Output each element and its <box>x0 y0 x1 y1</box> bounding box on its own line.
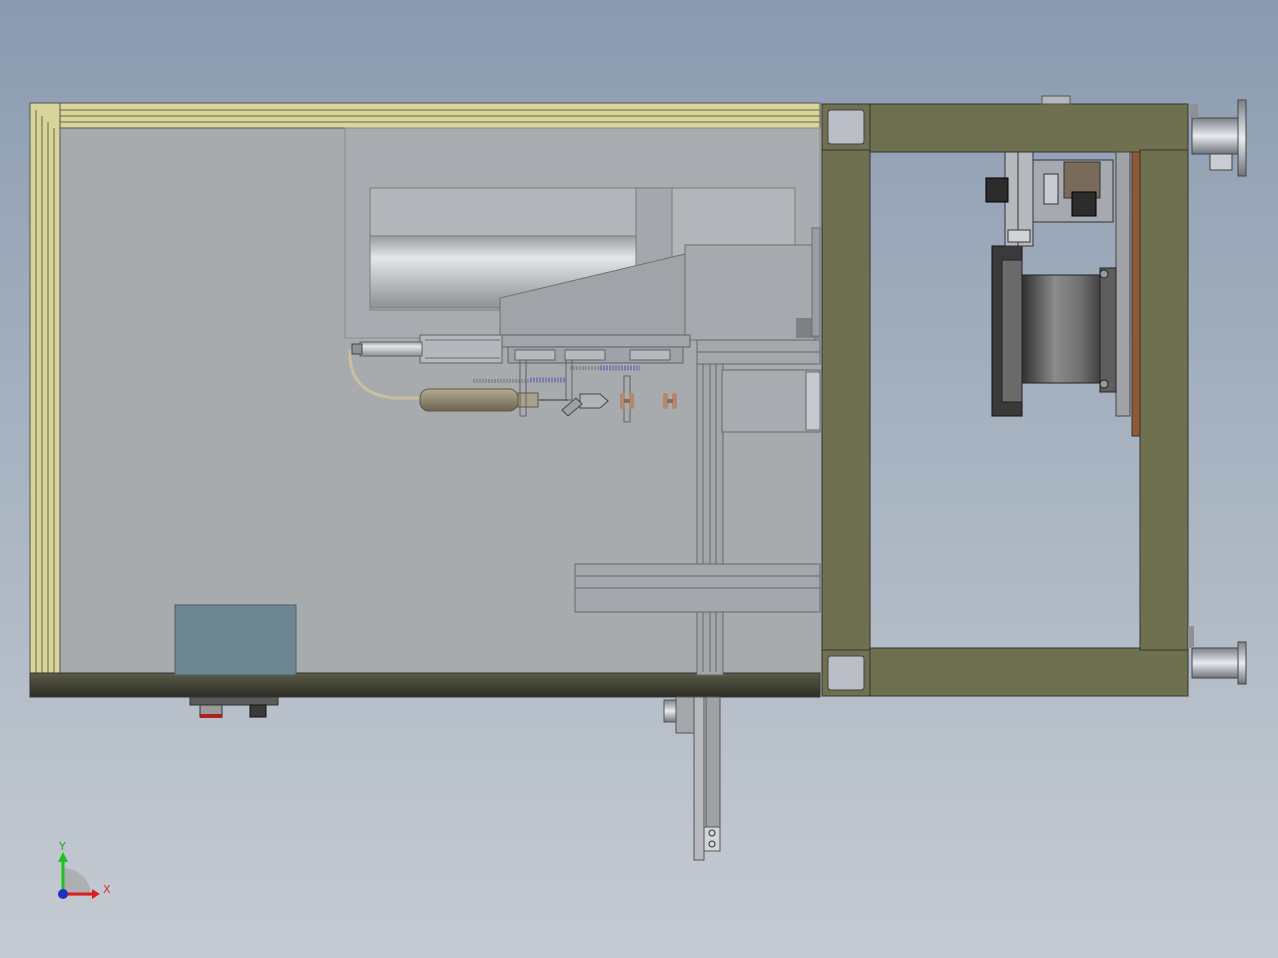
frame-right-post <box>1139 149 1189 651</box>
coordinate-triad: X Y <box>58 840 111 899</box>
enclosure-base-rail <box>29 672 821 698</box>
y-axis-label: Y <box>58 840 66 853</box>
frame-left-post <box>821 149 871 651</box>
motor-block <box>721 369 821 433</box>
actuator-rod <box>359 341 423 357</box>
frame-top-beam <box>869 103 1189 153</box>
drive-assembly[interactable] <box>985 151 1141 437</box>
mounting-plate <box>1131 151 1141 437</box>
enclosure-left-frame <box>29 102 61 694</box>
leveling-foot-top <box>1190 99 1247 177</box>
leveling-foot-bottom <box>1188 626 1247 685</box>
frame-bottom-beam <box>869 647 1189 697</box>
slide-carriage <box>499 334 691 348</box>
spindle-motor <box>419 388 519 412</box>
control-box <box>174 604 297 676</box>
x-axis-label: X <box>103 883 111 896</box>
cad-viewport[interactable]: X Y <box>0 0 1278 958</box>
assembly-drawing[interactable]: X Y <box>0 0 1278 958</box>
lower-slide <box>663 696 721 861</box>
drum-motor <box>1019 274 1109 384</box>
actuator-body <box>419 334 503 364</box>
z-axis-dot-icon <box>58 889 68 899</box>
enclosure[interactable] <box>29 102 822 718</box>
connector-block <box>189 696 279 706</box>
